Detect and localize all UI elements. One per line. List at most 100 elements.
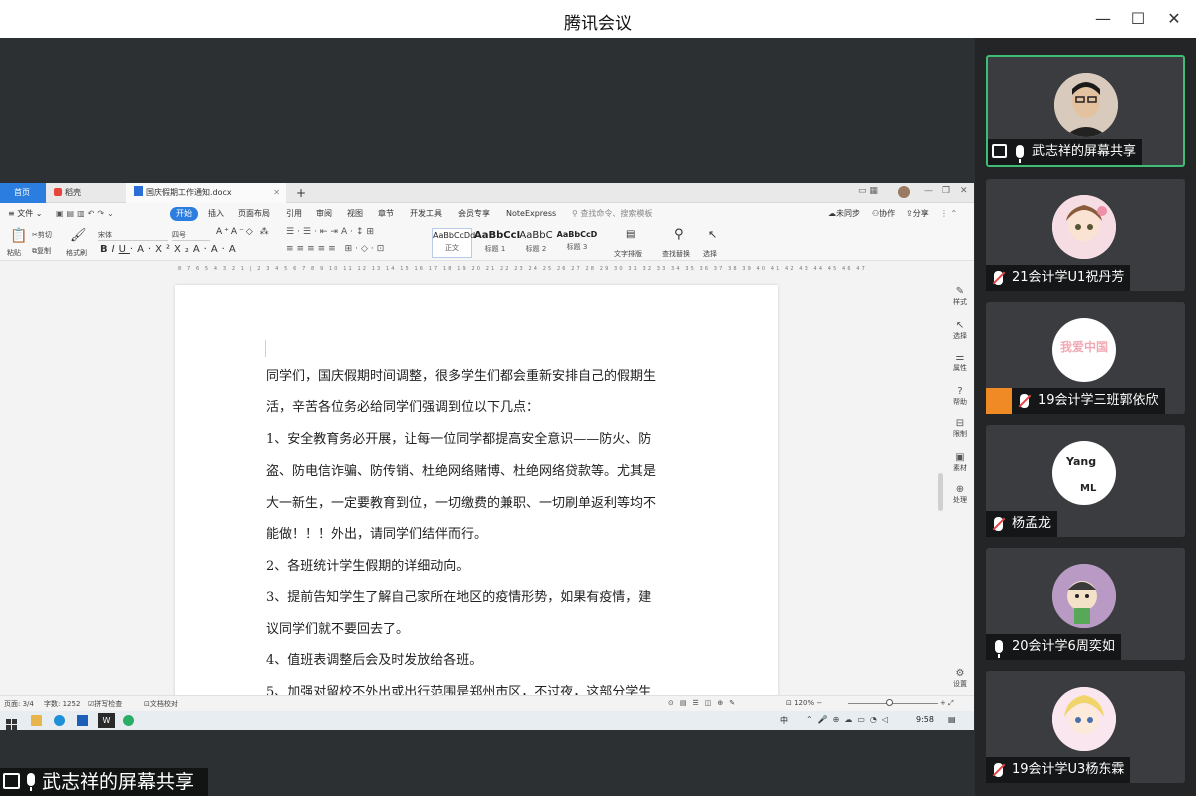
minimize-wps-icon[interactable]: — bbox=[924, 186, 933, 196]
tab-document[interactable]: 国庆假期工作通知.docx ✕ bbox=[126, 183, 286, 203]
tencent-meeting-icon[interactable] bbox=[77, 715, 88, 726]
font-size-select[interactable]: 四号 bbox=[172, 230, 210, 241]
participant-tile[interactable]: Yang ML 杨孟龙 bbox=[986, 425, 1185, 537]
participant-name-bar: 19会计学三班郭依欣 bbox=[986, 388, 1165, 414]
participant-name-bar: 20会计学6周奕如 bbox=[986, 634, 1121, 660]
style-h3-sample: AaBbCcD bbox=[556, 230, 598, 239]
spell-check[interactable]: ☑拼写检查 bbox=[88, 699, 122, 709]
share-button[interactable]: ⇪分享 bbox=[906, 207, 929, 221]
mic-muted-icon bbox=[1020, 394, 1029, 408]
more-icon[interactable]: ⋮ ⌃ bbox=[940, 207, 957, 221]
doc-line-7: 2、各班统计学生假期的详细动向。 bbox=[266, 559, 470, 574]
participant-tile[interactable]: 武志祥的屏幕共享 bbox=[986, 55, 1185, 167]
quick-access-icons[interactable]: ▣▤▥↶↷⌄ bbox=[56, 207, 117, 221]
style-heading-2[interactable]: AaBbC 标题 2 bbox=[516, 228, 556, 258]
view-mode-icons[interactable]: ⊙▤☰◫⊕✎ bbox=[668, 699, 741, 707]
side-select[interactable]: ↖ 选择 bbox=[946, 320, 974, 341]
menu-review[interactable]: 审阅 bbox=[316, 207, 332, 221]
zoom-slider-handle[interactable] bbox=[886, 699, 893, 706]
user-avatar-icon[interactable] bbox=[898, 186, 910, 201]
participant-tile[interactable]: 19会计学U3杨东霖 bbox=[986, 671, 1185, 783]
clock[interactable]: 9:58 bbox=[916, 715, 934, 724]
maximize-icon[interactable]: ☐ bbox=[1127, 8, 1149, 30]
zoom-in-icon[interactable]: + ⤢ bbox=[940, 699, 954, 708]
zoom-slider[interactable] bbox=[848, 703, 938, 704]
text-format-buttons[interactable]: BIU·A·X²X₂A·A·A bbox=[100, 244, 240, 255]
window-title: 腾讯会议 bbox=[564, 14, 632, 34]
cut-button[interactable]: ✂剪切 bbox=[32, 230, 52, 240]
doc-compare[interactable]: ⊡文档校对 bbox=[144, 699, 178, 709]
minimize-icon[interactable]: — bbox=[1092, 8, 1114, 30]
input-method[interactable]: 中 bbox=[780, 715, 788, 726]
menu-file[interactable]: ≡ 文件 ⌄ bbox=[8, 207, 43, 221]
paste-icon[interactable]: 📋 bbox=[10, 228, 27, 244]
tab-docer[interactable]: 稻壳 bbox=[46, 183, 126, 203]
edge-icon[interactable] bbox=[54, 715, 65, 726]
new-tab-icon[interactable]: + bbox=[288, 183, 306, 203]
format-painter-icon[interactable]: 🖌 bbox=[70, 228, 87, 243]
doc-line-3: 1、安全教育务必开展，让每一位同学都提高安全意识——防火、防 bbox=[266, 432, 652, 447]
restore-wps-icon[interactable]: ❐ bbox=[942, 186, 950, 196]
participant-tile[interactable]: 我爱中国 19会计学三班郭依欣 bbox=[986, 302, 1185, 414]
menu-developer[interactable]: 开发工具 bbox=[410, 207, 442, 221]
participant-tile[interactable]: 21会计学U1祝丹芳 bbox=[986, 179, 1185, 291]
close-wps-icon[interactable]: ✕ bbox=[960, 186, 968, 196]
text-layout-icon[interactable]: ▤ bbox=[626, 229, 635, 240]
vertical-scrollbar[interactable] bbox=[938, 473, 943, 511]
sliders-icon: ⚌ bbox=[955, 352, 965, 363]
wps-tab-bar: 首页 稻壳 国庆假期工作通知.docx ✕ + ▭ ▦ — ❐ ✕ bbox=[0, 183, 974, 203]
tab-close-icon[interactable]: ✕ bbox=[273, 183, 280, 203]
side-properties[interactable]: ⚌ 属性 bbox=[946, 352, 974, 373]
menu-view[interactable]: 视图 bbox=[347, 207, 363, 221]
style-heading-3[interactable]: AaBbCcD 标题 3 bbox=[556, 228, 598, 258]
zoom-level[interactable]: ⊡ 120% − bbox=[786, 699, 822, 707]
side-material[interactable]: ▣ 素材 bbox=[946, 452, 974, 473]
participant-name: 19会计学三班郭依欣 bbox=[1038, 393, 1159, 408]
list-buttons[interactable]: ☰·☰·⇤⇥A·↕⊞ bbox=[286, 227, 377, 237]
windows-start-icon[interactable] bbox=[6, 715, 17, 730]
limit-icon: ⊟ bbox=[955, 418, 965, 429]
menu-references[interactable]: 引用 bbox=[286, 207, 302, 221]
style-normal[interactable]: AaBbCcDd 正文 bbox=[432, 228, 475, 258]
text-cursor bbox=[265, 340, 266, 357]
tab-home[interactable]: 首页 bbox=[0, 183, 46, 203]
presenter-name: 武志祥的屏幕共享 bbox=[42, 771, 195, 793]
participant-name: 武志祥的屏幕共享 bbox=[1032, 144, 1137, 159]
menu-noteexpress[interactable]: NoteExpress bbox=[506, 207, 556, 221]
menu-insert[interactable]: 插入 bbox=[208, 207, 224, 221]
align-buttons[interactable]: ≡≡≡≡≡ ⊞·◇·⊡ bbox=[286, 244, 387, 254]
font-select[interactable]: 宋体 bbox=[98, 230, 168, 241]
notification-icon[interactable]: ▤ bbox=[948, 715, 956, 724]
document-page[interactable]: 同学们，国庆假期时间调整，很多学生们都会重新安排自己的假期生 活，辛苦各位务必给… bbox=[175, 285, 778, 705]
menu-chapter[interactable]: 章节 bbox=[378, 207, 394, 221]
find-icon[interactable]: ⚲ bbox=[674, 227, 684, 242]
command-search[interactable]: ⚲ 查找命令、搜索模板 bbox=[572, 207, 652, 221]
close-icon[interactable]: ✕ bbox=[1163, 8, 1185, 30]
person-icon bbox=[986, 388, 1012, 414]
menu-file-label: 文件 bbox=[17, 209, 34, 218]
cursor-icon: ↖ bbox=[955, 320, 965, 331]
wps-taskbar-icon[interactable]: W bbox=[98, 713, 115, 728]
side-process[interactable]: ⊕ 处理 bbox=[946, 484, 974, 505]
style-heading-1[interactable]: AaBbCcI 标题 1 bbox=[474, 228, 520, 258]
file-explorer-icon[interactable] bbox=[31, 715, 42, 726]
side-styles[interactable]: ✎ 样式 bbox=[946, 286, 974, 307]
tray-icons[interactable]: ⌃🎤⊕☁▭◔◁ bbox=[806, 715, 893, 724]
font-size-buttons[interactable]: A⁺A⁻◇ ⁂ bbox=[216, 227, 271, 237]
participant-list: 武志祥的屏幕共享 21会计学U1祝丹芳 我爱中国 19会计学三班郭依欣 Yang… bbox=[975, 38, 1196, 796]
wechat-icon[interactable] bbox=[123, 715, 134, 726]
select-cursor-icon[interactable]: ↖ bbox=[708, 228, 717, 241]
side-limit[interactable]: ⊟ 限制 bbox=[946, 418, 974, 439]
collab-button[interactable]: ⚇协作 bbox=[872, 207, 895, 221]
side-settings[interactable]: ⚙ 设置 bbox=[946, 668, 974, 689]
menu-home[interactable]: 开始 bbox=[170, 207, 198, 221]
side-help[interactable]: ? 帮助 bbox=[946, 386, 974, 407]
copy-button[interactable]: ⧉复制 bbox=[32, 246, 51, 256]
layout-icon[interactable]: ▭ ▦ bbox=[858, 186, 878, 196]
doc-line-10: 4、值班表调整后会及时发放给各班。 bbox=[266, 653, 483, 668]
sync-button[interactable]: ☁未同步 bbox=[828, 207, 860, 221]
menu-member[interactable]: 会员专享 bbox=[458, 207, 490, 221]
menu-layout[interactable]: 页面布局 bbox=[238, 207, 270, 221]
side-properties-label: 属性 bbox=[953, 364, 967, 372]
participant-tile[interactable]: 20会计学6周奕如 bbox=[986, 548, 1185, 660]
